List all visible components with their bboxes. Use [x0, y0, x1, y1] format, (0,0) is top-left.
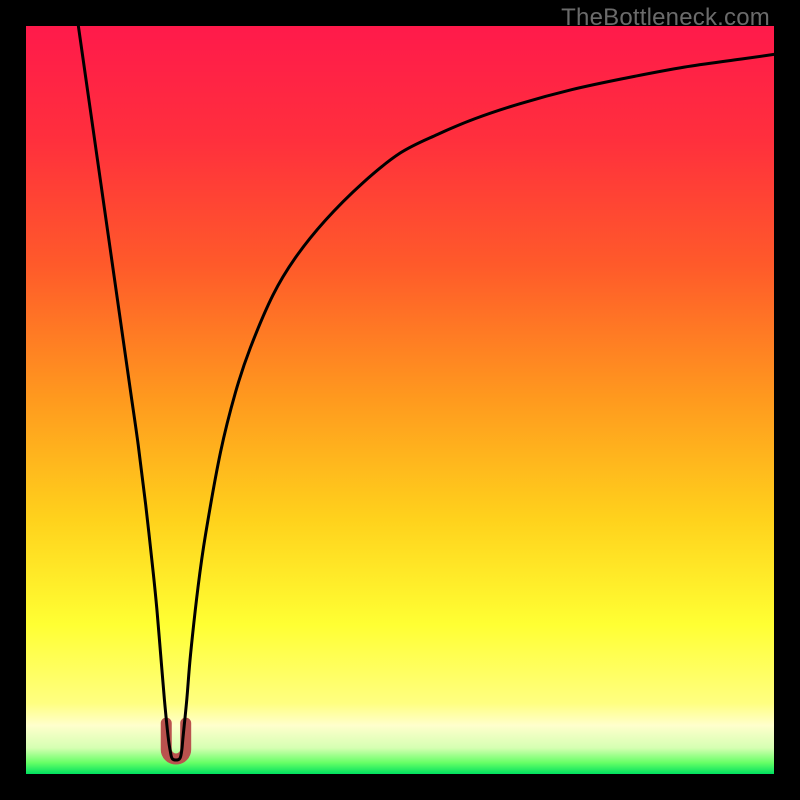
gradient-background [26, 26, 774, 774]
bottleneck-chart [26, 26, 774, 774]
plot-frame [26, 26, 774, 774]
watermark-text: TheBottleneck.com [561, 4, 770, 32]
